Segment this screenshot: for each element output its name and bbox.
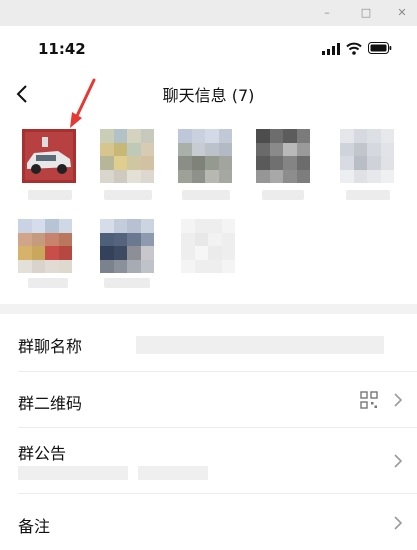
member-name: [262, 190, 304, 200]
member-avatar[interactable]: [253, 124, 313, 184]
restore-button[interactable]: □: [359, 6, 373, 20]
battery-icon: [368, 42, 392, 54]
signal-icon: [322, 43, 340, 55]
qr-code-icon: [360, 391, 378, 409]
chevron-right-icon: [394, 516, 403, 530]
section-divider: [0, 304, 417, 314]
car-avatar-image: [22, 129, 76, 183]
group-notice-label: 群公告: [18, 444, 67, 463]
group-name-row[interactable]: 群聊名称: [0, 314, 417, 372]
member-avatar[interactable]: [97, 214, 157, 274]
blurred-avatar-image: [178, 129, 232, 183]
member-grid: [0, 118, 417, 304]
member-avatar[interactable]: [15, 214, 75, 274]
group-notice-preview: [18, 466, 128, 480]
status-bar: 11:42: [0, 26, 417, 70]
wifi-icon: [346, 42, 362, 55]
blurred-add-icon: [181, 219, 235, 273]
group-qrcode-row[interactable]: 群二维码: [0, 372, 417, 428]
group-qrcode-label: 群二维码: [18, 394, 83, 413]
remark-row[interactable]: 备注: [0, 494, 417, 550]
chevron-right-icon: [394, 393, 403, 407]
add-member-button[interactable]: [178, 214, 238, 274]
blurred-avatar-image: [18, 219, 72, 273]
member-avatar[interactable]: [175, 124, 235, 184]
close-window-button[interactable]: ✕: [395, 6, 409, 20]
window-titlebar: – □ ✕: [0, 0, 417, 26]
member-name: [182, 190, 230, 200]
blurred-avatar-image: [340, 129, 394, 183]
blurred-avatar-image: [100, 219, 154, 273]
group-notice-preview: [138, 466, 208, 480]
blurred-avatar-image: [256, 129, 310, 183]
blurred-avatar-image: [100, 129, 154, 183]
group-name-label: 群聊名称: [18, 337, 83, 356]
remark-label: 备注: [18, 517, 51, 536]
member-avatar[interactable]: [97, 124, 157, 184]
chevron-right-icon: [394, 454, 403, 468]
member-name: [28, 278, 68, 288]
group-name-value: [136, 336, 384, 354]
status-time: 11:42: [38, 40, 86, 58]
member-name: [346, 190, 390, 200]
member-name: [104, 278, 150, 288]
member-name: [104, 190, 152, 200]
group-notice-row[interactable]: 群公告: [0, 428, 417, 494]
minimize-button[interactable]: –: [320, 6, 334, 20]
annotation-arrow-icon: [70, 78, 96, 128]
member-name: [28, 190, 72, 200]
member-avatar[interactable]: [337, 124, 397, 184]
